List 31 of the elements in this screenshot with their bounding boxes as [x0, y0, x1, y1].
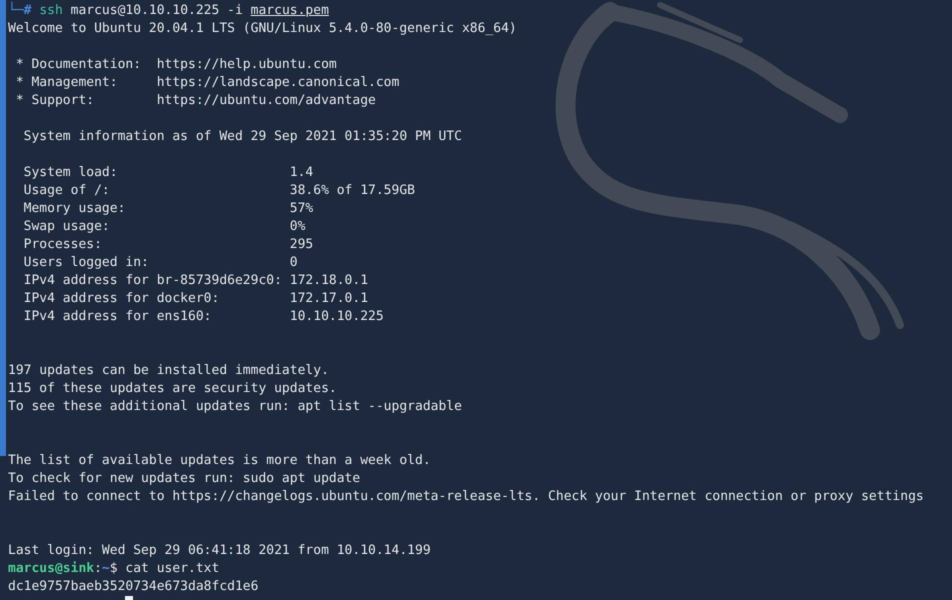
output-line: The list of available updates is more than a week old. [8, 453, 431, 468]
output-line: IPv4 address for docker0: 172.17.0.1 [22, 291, 368, 306]
output-line: * Support: https://ubuntu.com/advantage [14, 93, 376, 108]
output-line: IPv4 address for ens160: 10.10.10.225 [22, 309, 384, 324]
command-text: cat user.txt [125, 561, 220, 576]
output-line: * Management: https://landscape.canonical.com [14, 75, 400, 90]
output-line: Users logged in: 0 [22, 255, 298, 270]
output-line: To check for new updates run: sudo apt update [8, 471, 360, 486]
output-line: System load: 1.4 [22, 165, 314, 180]
output-line: Last login: Wed Sep 29 06:41:18 2021 from 10.10.14.199 [8, 543, 431, 558]
output-line: Usage of /: 38.6% of 17.59GB [22, 183, 415, 198]
output-line: To see these additional updates run: apt list --upgradable [8, 399, 462, 414]
prompt-separator: : [94, 561, 102, 576]
output-line: 197 updates can be installed immediately. [8, 363, 329, 378]
command-text: ssh [39, 3, 63, 18]
output-line: Processes: 295 [22, 237, 314, 252]
output-line: IPv4 address for br-85739d6e29c0: 172.18.0.1 [22, 273, 368, 288]
output-line: dc1e9757baeb3520734e673da8fcd1e6 [8, 579, 258, 594]
prompt-symbol: └─# [8, 3, 32, 18]
prompt-symbol: $ [110, 561, 118, 576]
output-line: Welcome to Ubuntu 20.04.1 LTS (GNU/Linux 5.4.0-80-generic x86_64) [8, 21, 517, 36]
file-name: marcus.pem [250, 3, 329, 18]
prompt-user-host: marcus@sink [8, 561, 94, 576]
output-line: Failed to connect to https://changelogs.ubuntu.com/meta-release-lts. Check your Internet connection or proxy settings [8, 489, 924, 504]
output-line: Memory usage: 57% [22, 201, 314, 216]
output-line: 115 of these updates are security updates. [8, 381, 337, 396]
output-line: System information as of Wed 29 Sep 2021 01:35:20 PM UTC [22, 129, 462, 144]
output-line: * Documentation: https://help.ubuntu.com [14, 57, 337, 72]
output-line: Swap usage: 0% [22, 219, 306, 234]
command-args: marcus@10.10.10.225 -i [70, 3, 243, 18]
prompt-path: ~ [102, 561, 110, 576]
